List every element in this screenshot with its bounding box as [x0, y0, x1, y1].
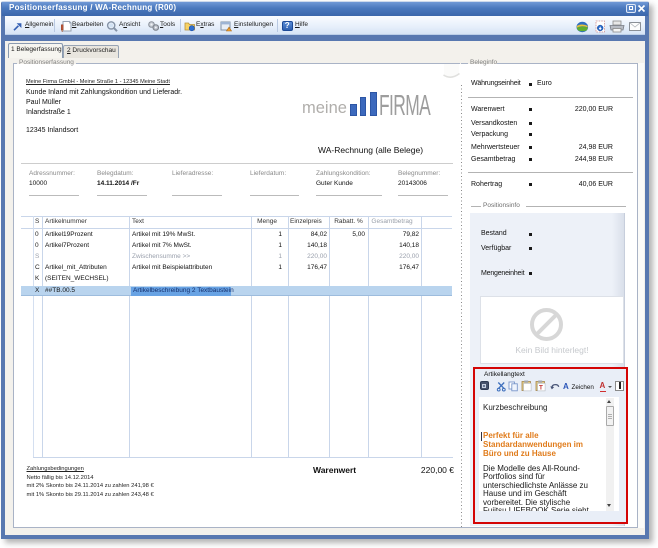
- svg-text:T: T: [539, 385, 543, 392]
